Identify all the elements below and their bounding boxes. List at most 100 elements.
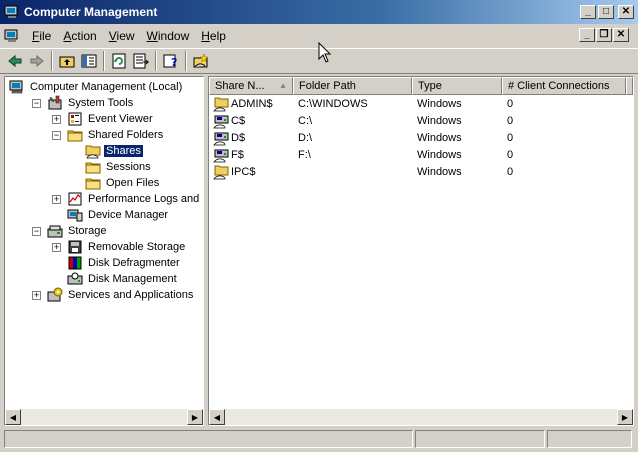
storage-icon (47, 225, 63, 238)
list-header: Share N... ▲ Folder Path Type # Client C… (209, 77, 633, 95)
list-row[interactable]: C$ C:\ Windows 0 (209, 112, 633, 129)
shares-icon (85, 145, 101, 159)
tree-item[interactable]: Open Files (85, 175, 161, 191)
tree-item-label: System Tools (68, 97, 134, 109)
folder-icon (85, 178, 101, 190)
column-header-folder-path[interactable]: Folder Path (293, 77, 412, 95)
list-horizontal-scrollbar[interactable]: ◀ ▶ (209, 409, 633, 425)
tree-expander-minus-icon[interactable]: − (32, 227, 41, 236)
show-hide-tree-button[interactable] (78, 50, 100, 72)
tree-horizontal-scrollbar[interactable]: ◀ ▶ (5, 409, 203, 425)
refresh-button[interactable] (108, 50, 130, 72)
tree-item[interactable]: Services and Applications (47, 287, 195, 303)
column-header-type[interactable]: Type (412, 77, 502, 95)
list-row[interactable]: IPC$ Windows 0 (209, 163, 633, 180)
tree-item-label: Open Files (106, 177, 160, 189)
tree-item-label: Sessions (106, 161, 151, 173)
up-one-level-button[interactable] (56, 50, 78, 72)
mdi-minimize-button[interactable]: _ (579, 28, 595, 42)
client-connections-cell: 0 (507, 114, 514, 127)
mdi-window-buttons: _ ❐ ✕ (579, 28, 630, 42)
share-drive-icon (213, 132, 229, 145)
title-bar[interactable]: Computer Management _ □ ✕ (0, 0, 638, 24)
forward-arrow-icon (30, 54, 44, 68)
close-button[interactable]: ✕ (618, 5, 634, 19)
scroll-left-button[interactable]: ◀ (5, 409, 21, 425)
forward-button[interactable] (26, 50, 48, 72)
tree-expander-plus-icon[interactable]: + (52, 195, 61, 204)
list-row[interactable]: D$ D:\ Windows 0 (209, 129, 633, 146)
tree-item[interactable]: Shares (85, 143, 144, 159)
event-viewer-icon (68, 112, 82, 126)
share-folder-icon (213, 165, 229, 179)
list-row[interactable]: ADMIN$ C:\WINDOWS Windows 0 (209, 95, 633, 112)
column-label: Share N... (215, 80, 265, 92)
minimize-button[interactable]: _ (580, 5, 596, 19)
sort-ascending-icon: ▲ (279, 81, 287, 90)
tree-item[interactable]: Sessions (85, 159, 153, 175)
menu-view[interactable]: View (103, 29, 141, 43)
toolbar-separator (51, 51, 53, 71)
tree-item[interactable]: Disk Defragmenter (67, 255, 182, 271)
menu-action[interactable]: Action (57, 29, 102, 43)
column-header-share-name[interactable]: Share N... ▲ (209, 77, 293, 95)
maximize-button[interactable]: □ (598, 5, 614, 19)
tree-expander-plus-icon[interactable]: + (52, 115, 61, 124)
tree-item[interactable]: Storage (47, 223, 109, 239)
share-name-cell: IPC$ (209, 164, 293, 180)
export-list-button[interactable] (130, 50, 152, 72)
tree-item[interactable]: Shared Folders (67, 127, 165, 143)
tree-item[interactable]: Performance Logs and Alerts (67, 191, 201, 207)
up-folder-icon (59, 56, 75, 68)
share-name-cell: C$ (209, 113, 293, 129)
tree-item[interactable]: Disk Management (67, 271, 179, 287)
back-arrow-icon (8, 54, 22, 68)
menu-file[interactable]: File (26, 29, 57, 43)
type-cell: Windows (417, 148, 462, 161)
help-button[interactable]: ? (160, 50, 182, 72)
type-cell: Windows (417, 97, 462, 110)
menu-window[interactable]: Window (141, 29, 196, 43)
column-header-client-connections[interactable]: # Client Connections (502, 77, 626, 95)
tree-item-label: Shared Folders (88, 129, 164, 141)
tree-expander-plus-icon[interactable]: + (32, 291, 41, 300)
mdi-computer-icon[interactable] (4, 28, 20, 44)
share-name-cell: ADMIN$ (209, 96, 293, 112)
toolbar-separator (185, 51, 187, 71)
folder-icon (85, 162, 101, 174)
type-cell: Windows (417, 165, 462, 178)
defrag-icon (68, 256, 82, 270)
tree-item[interactable]: Event Viewer (67, 111, 155, 127)
shares-list: ADMIN$ C:\WINDOWS Windows 0 C$ C:\ Windows 0 D$ D… (209, 95, 633, 407)
back-button[interactable] (4, 50, 26, 72)
tree-item[interactable]: Device Manager (67, 207, 170, 223)
type-cell: Windows (417, 114, 462, 127)
tree-item[interactable]: Computer Management (Local) (9, 79, 184, 95)
scroll-right-button[interactable]: ▶ (187, 409, 203, 425)
tree-item[interactable]: Removable Storage (67, 239, 187, 255)
removable-storage-icon (68, 240, 82, 254)
tree-item-label: Device Manager (88, 209, 169, 221)
client-connections-cell: 0 (507, 148, 514, 161)
share-name-cell: D$ (209, 130, 293, 146)
mdi-close-button[interactable]: ✕ (613, 28, 629, 42)
details-pane[interactable]: Share N... ▲ Folder Path Type # Client C… (208, 76, 634, 426)
tree-expander-minus-icon[interactable]: − (32, 99, 41, 108)
tree-expander-minus-icon[interactable]: − (52, 131, 61, 140)
system-tools-icon (48, 95, 62, 110)
folder-path-cell: D:\ (298, 131, 313, 144)
client-connections-cell: 0 (507, 165, 514, 178)
new-share-button[interactable] (190, 50, 212, 72)
menu-help[interactable]: Help (195, 29, 232, 43)
scroll-right-button[interactable]: ▶ (617, 409, 633, 425)
tree-item[interactable]: System Tools (47, 95, 135, 111)
tree-item-label: Event Viewer (88, 113, 153, 125)
tree-item-label: Storage (68, 225, 107, 237)
console-tree-pane[interactable]: Computer Management (Local) − System Tools… (4, 76, 204, 426)
mdi-restore-button[interactable]: ❐ (596, 28, 612, 42)
tree-expander-plus-icon[interactable]: + (52, 243, 61, 252)
share-name: F$ (231, 148, 244, 161)
toolbar-separator (155, 51, 157, 71)
list-row[interactable]: F$ F:\ Windows 0 (209, 146, 633, 163)
scroll-left-button[interactable]: ◀ (209, 409, 225, 425)
